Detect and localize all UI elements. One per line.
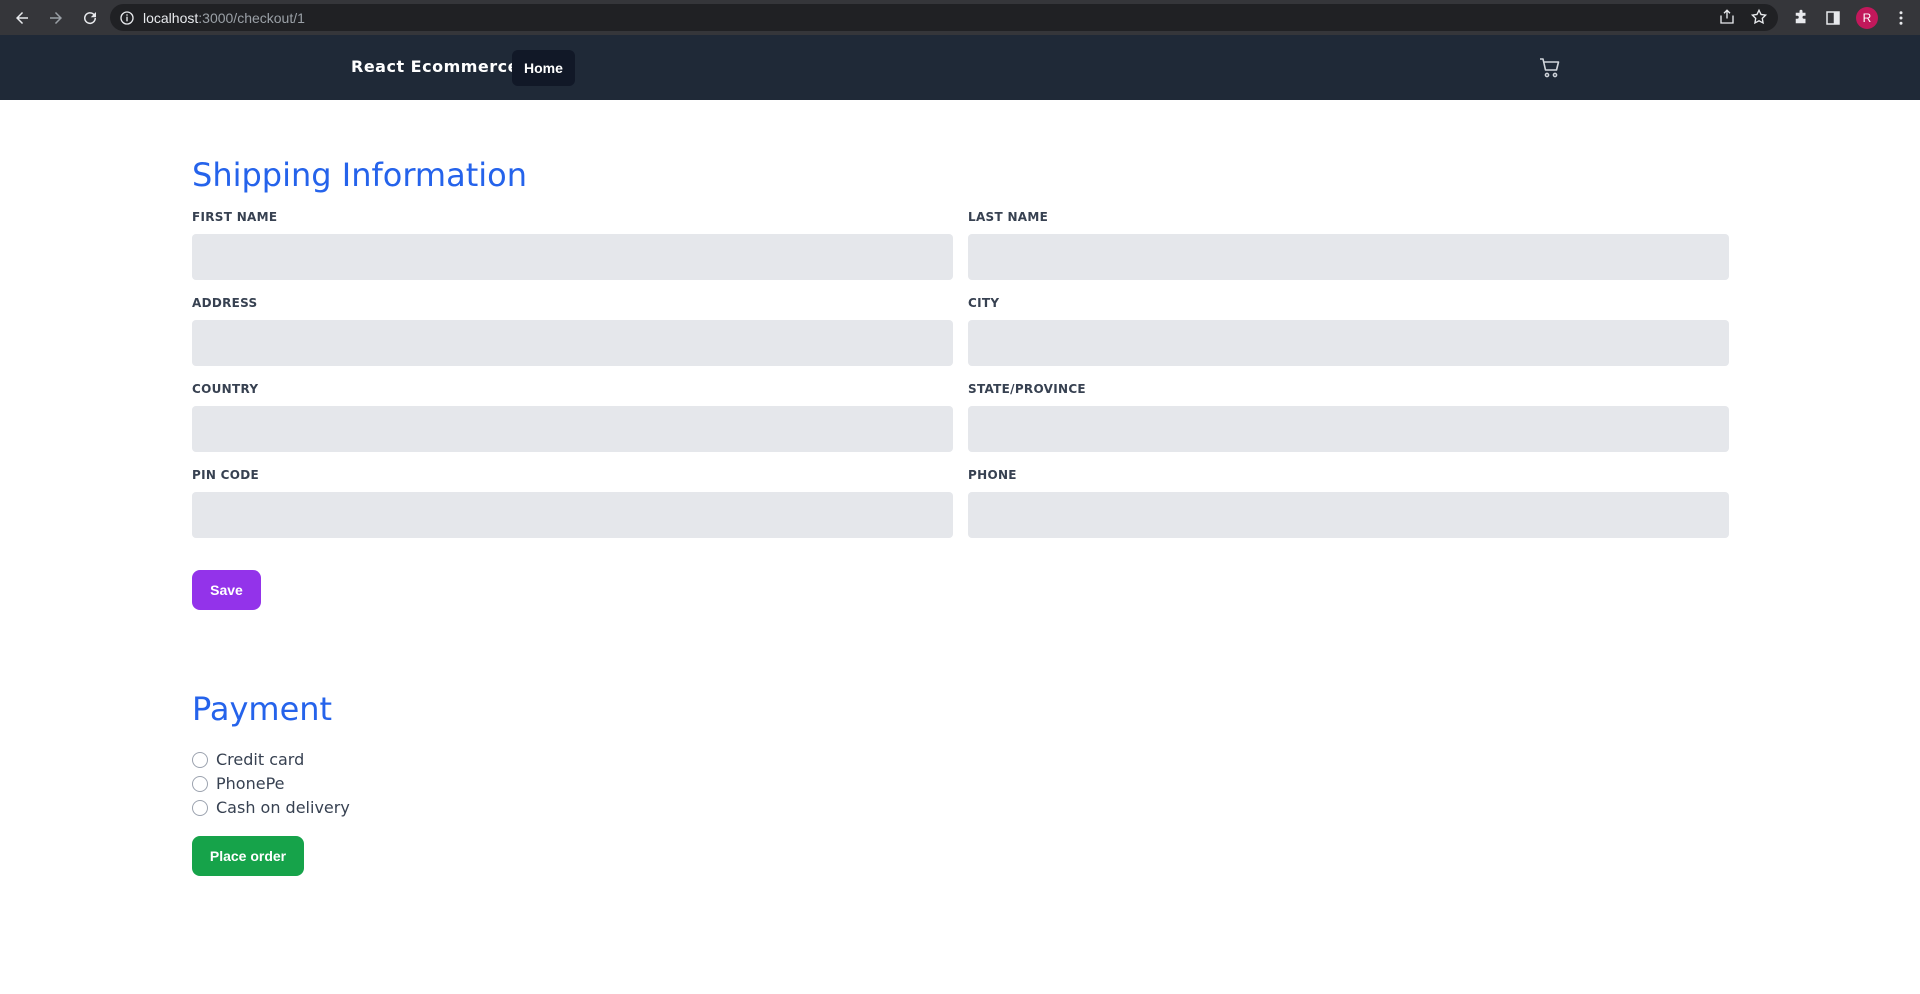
radio-button[interactable] <box>192 775 208 792</box>
profile-avatar[interactable]: R <box>1856 6 1878 29</box>
omnibox-actions <box>1718 8 1768 26</box>
address-field[interactable] <box>192 320 953 366</box>
side-panel-icon[interactable] <box>1824 9 1842 27</box>
radio-button[interactable] <box>192 751 208 768</box>
first-name-field[interactable] <box>192 234 953 280</box>
payment-option-label: Cash on delivery <box>216 798 350 817</box>
puzzle-icon[interactable] <box>1792 9 1810 27</box>
radio-button[interactable] <box>192 799 208 816</box>
kebab-menu-icon[interactable] <box>1892 9 1910 27</box>
nav-home-link[interactable]: Home <box>512 50 575 86</box>
url-text: localhost:3000/checkout/1 <box>143 10 305 26</box>
payment-title: Payment <box>192 690 333 728</box>
forward-button[interactable] <box>42 4 70 32</box>
cart-icon <box>1540 58 1560 78</box>
shipping-title: Shipping Information <box>192 156 527 194</box>
payment-option-label: PhonePe <box>216 774 285 793</box>
payment-option-phonepe[interactable]: PhonePe <box>192 774 284 793</box>
back-button[interactable] <box>8 4 36 32</box>
url-host: localhost <box>143 9 199 26</box>
arrow-right-icon <box>50 11 62 24</box>
save-button[interactable]: Save <box>192 570 261 610</box>
pin-code-label: PIN CODE <box>192 468 260 482</box>
brand-logo[interactable]: React Ecommerce <box>351 57 519 76</box>
info-icon[interactable] <box>119 10 135 26</box>
payment-option-label: Credit card <box>216 750 305 769</box>
browser-toolbar: localhost:3000/checkout/1 R <box>0 0 1920 35</box>
last-name-label: LAST NAME <box>968 210 1049 224</box>
state-field[interactable] <box>968 406 1729 452</box>
cart-button[interactable] <box>1537 55 1563 81</box>
url-path: :3000/checkout/1 <box>198 9 305 26</box>
country-field[interactable] <box>192 406 953 452</box>
city-label: CITY <box>968 296 1000 310</box>
state-label: STATE/PROVINCE <box>968 382 1086 396</box>
browser-actions: R <box>1792 0 1920 35</box>
payment-option-cash-on-delivery[interactable]: Cash on delivery <box>192 798 350 817</box>
place-order-button[interactable]: Place order <box>192 836 304 876</box>
last-name-field[interactable] <box>968 234 1729 280</box>
star-icon[interactable] <box>1750 8 1768 26</box>
address-bar[interactable]: localhost:3000/checkout/1 <box>110 4 1778 31</box>
phone-label: PHONE <box>968 468 1017 482</box>
reload-icon <box>84 11 97 24</box>
arrow-left-icon <box>16 11 28 24</box>
city-field[interactable] <box>968 320 1729 366</box>
share-icon[interactable] <box>1718 8 1736 26</box>
phone-field[interactable] <box>968 492 1729 538</box>
address-label: ADDRESS <box>192 296 258 310</box>
first-name-label: FIRST NAME <box>192 210 278 224</box>
payment-option-credit-card[interactable]: Credit card <box>192 750 304 769</box>
country-label: COUNTRY <box>192 382 259 396</box>
pin-code-field[interactable] <box>192 492 953 538</box>
reload-button[interactable] <box>76 4 104 32</box>
app-navbar: React Ecommerce Home <box>0 35 1920 100</box>
